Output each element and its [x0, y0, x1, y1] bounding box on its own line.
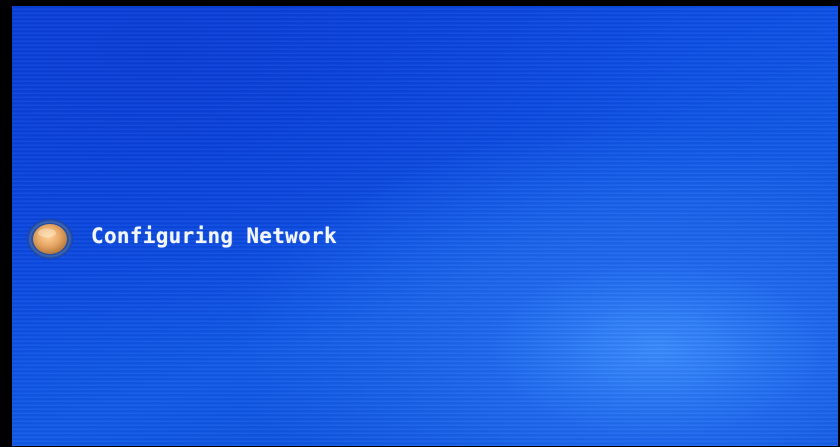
status-row: Configuring Network — [26, 218, 337, 260]
progress-orb-icon — [26, 218, 74, 260]
status-message: Configuring Network — [91, 224, 337, 248]
monitor-frame: Configuring Network — [0, 0, 840, 447]
boot-screen: Configuring Network — [12, 6, 838, 446]
